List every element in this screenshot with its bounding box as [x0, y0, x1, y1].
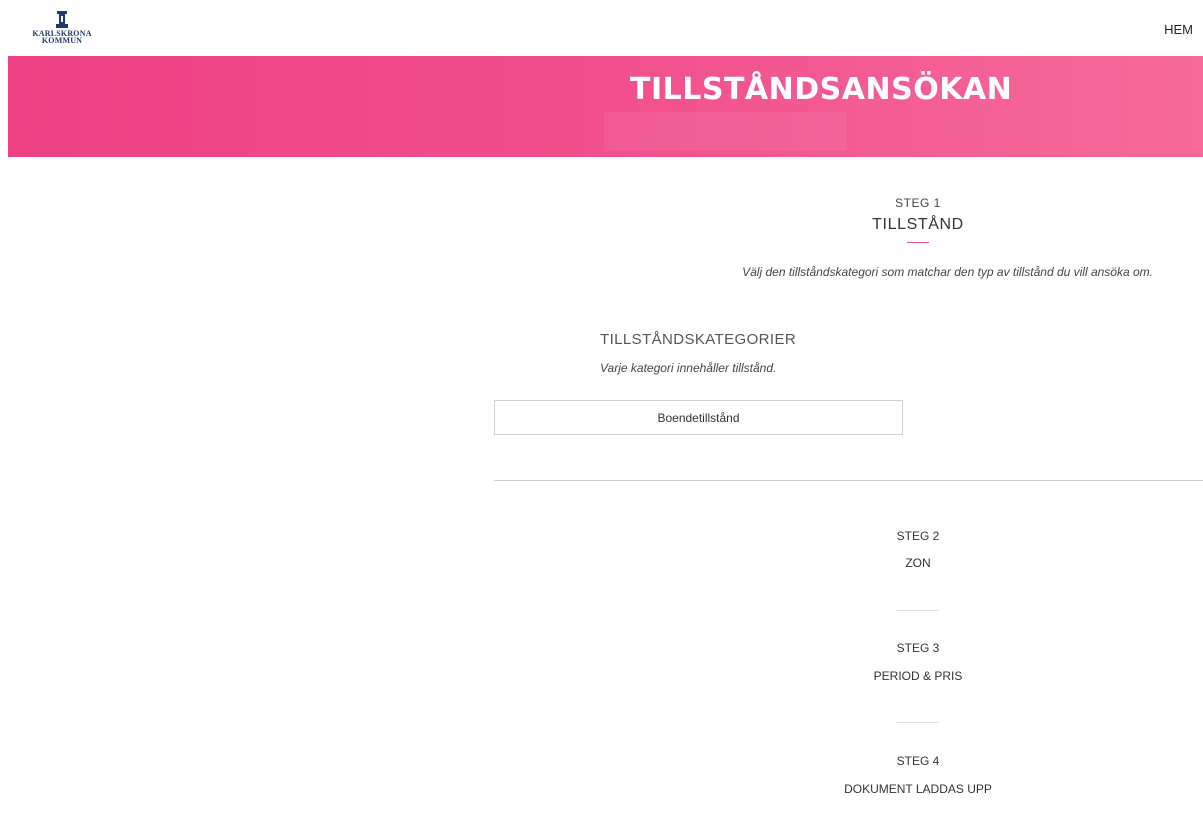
hero-banner: TILLSTÅNDSANSÖKAN: [8, 56, 1203, 157]
top-bar: KARLSKRONA KOMMUN HEM: [0, 0, 1203, 56]
page-title-text: TILLSTÅNDSANSÖKAN: [630, 72, 1013, 107]
step2-title: ZON: [905, 556, 931, 570]
section-divider: [494, 480, 1203, 481]
step-separator: [897, 722, 939, 723]
category-button-label: Boendetillstånd: [657, 410, 740, 425]
karlskrona-logo[interactable]: KARLSKRONA KOMMUN: [26, 10, 98, 50]
step2-label: STEG 2: [896, 529, 940, 543]
step4-label: STEG 4: [896, 754, 940, 768]
step3-title: PERIOD & PRIS: [873, 669, 963, 683]
step1-label: STEG 1: [895, 196, 941, 210]
step1-title: TILLSTÅND: [872, 216, 964, 233]
step3-label: STEG 3: [896, 641, 940, 655]
category-button-boendetillstand[interactable]: Boendetillstånd: [494, 400, 903, 435]
logo-text-line2: KOMMUN: [41, 36, 83, 45]
categories-heading: TILLSTÅNDSKATEGORIER: [600, 331, 797, 348]
step-separator: [897, 610, 939, 611]
step1-underline: [907, 242, 929, 243]
step1-instruction: Välj den tillståndskategori som matchar …: [742, 265, 1153, 279]
banner-overlay: [604, 112, 847, 151]
crest-icon: [56, 11, 68, 28]
step4-title: DOKUMENT LADDAS UPP: [844, 782, 992, 796]
categories-subheading: Varje kategori innehåller tillstånd.: [600, 361, 777, 375]
nav-home-link[interactable]: HEM: [1164, 22, 1193, 37]
